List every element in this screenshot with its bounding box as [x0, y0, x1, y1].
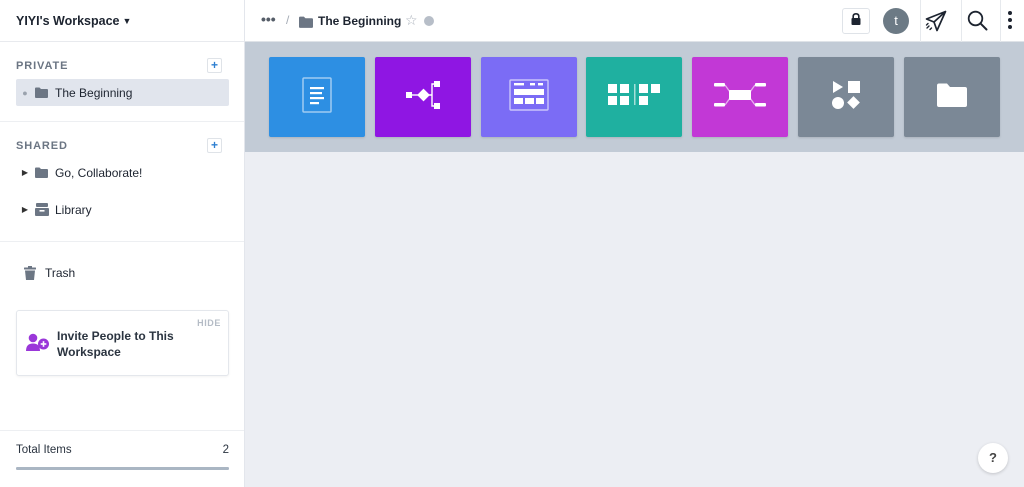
folder-icon: [299, 15, 313, 33]
divider: [1000, 0, 1001, 42]
divider: [0, 430, 244, 431]
divider: [961, 0, 962, 42]
shapes-tile[interactable]: [798, 57, 894, 137]
total-items-label: Total Items: [16, 444, 72, 456]
lock-button[interactable]: [842, 8, 870, 34]
divider: [0, 121, 244, 122]
add-private-button[interactable]: +: [207, 58, 222, 73]
hide-invite-button[interactable]: HIDE: [197, 318, 221, 328]
table-tile[interactable]: [481, 57, 577, 137]
sidebar-item-label: Library: [55, 202, 92, 217]
table-icon: [509, 78, 549, 116]
send-icon[interactable]: [925, 10, 947, 37]
workspace-switcher[interactable]: YIYI's Workspace ▼: [0, 0, 244, 42]
flow-diagram-icon: [404, 80, 442, 115]
expand-arrow-icon[interactable]: ▶: [16, 205, 34, 214]
sidebar-item-label: Trash: [45, 265, 76, 280]
document-icon: [302, 76, 332, 118]
chevron-down-icon: ▼: [122, 15, 132, 26]
mindmap-icon: [714, 80, 766, 115]
invite-card[interactable]: HIDE Invite People to This Workspace: [16, 310, 229, 376]
sidebar-item-the-beginning[interactable]: ● The Beginning: [16, 79, 229, 106]
search-icon[interactable]: [967, 10, 988, 36]
total-items: Total Items 2: [16, 444, 229, 456]
shared-section-title: SHARED: [16, 140, 68, 152]
avatar[interactable]: t: [883, 8, 909, 34]
verified-badge-icon: [424, 16, 434, 26]
document-tile[interactable]: [269, 57, 365, 137]
breadcrumb-separator: /: [286, 13, 290, 27]
breadcrumb-more-button[interactable]: •••: [261, 11, 276, 27]
lock-icon: [851, 12, 861, 30]
folder-icon: [937, 83, 967, 112]
folder-tile[interactable]: [904, 57, 1000, 137]
help-button[interactable]: ?: [978, 443, 1008, 473]
star-icon[interactable]: ☆: [405, 12, 418, 29]
topbar: ••• / The Beginning ☆ t: [245, 0, 1024, 42]
total-items-count: 2: [222, 444, 229, 456]
archive-box-icon: [34, 203, 49, 216]
bullet-icon: ●: [22, 87, 28, 98]
sidebar: YIYI's Workspace ▼ PRIVATE + ● The Begin…: [0, 0, 245, 487]
main-content: [245, 152, 1024, 487]
add-user-icon: [26, 333, 50, 358]
expand-arrow-icon[interactable]: ▶: [16, 168, 34, 177]
sidebar-item-library[interactable]: ▶ Library: [16, 196, 229, 223]
total-items-bar: [16, 467, 229, 470]
invite-text: Invite People to This Workspace: [57, 329, 174, 359]
create-tiles-band: [245, 42, 1024, 152]
mindmap-tile[interactable]: [692, 57, 788, 137]
divider: [0, 241, 244, 242]
folder-icon: [34, 166, 49, 179]
sidebar-item-label: Go, Collaborate!: [55, 165, 143, 180]
sidebar-item-label: The Beginning: [55, 85, 133, 100]
add-shared-button[interactable]: +: [207, 138, 222, 153]
more-vertical-icon[interactable]: [1007, 10, 1013, 35]
divider: [920, 0, 921, 42]
sidebar-item-trash[interactable]: Trash: [22, 259, 235, 286]
trash-icon: [22, 265, 37, 280]
folder-icon: [34, 86, 49, 99]
shapes-icon: [831, 80, 861, 115]
flow-tile[interactable]: [375, 57, 471, 137]
breadcrumb-title[interactable]: The Beginning: [318, 14, 401, 28]
sidebar-item-go-collaborate[interactable]: ▶ Go, Collaborate!: [16, 159, 229, 186]
workspace-name: YIYI's Workspace: [16, 13, 120, 28]
private-section-title: PRIVATE: [16, 60, 69, 72]
kanban-board-icon: [608, 83, 660, 111]
board-tile[interactable]: [586, 57, 682, 137]
